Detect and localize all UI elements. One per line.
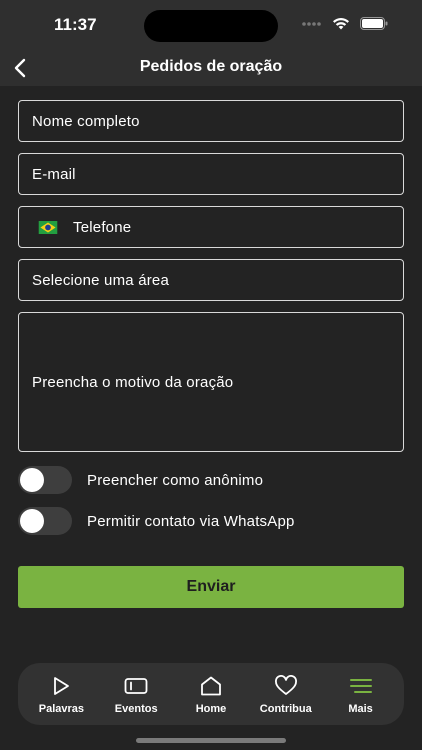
tab-label: Contribua <box>259 703 312 715</box>
signal-icon <box>302 21 321 26</box>
battery-icon <box>360 17 388 30</box>
menu-icon <box>349 679 372 693</box>
tab-contribua[interactable]: Contribua <box>249 673 323 715</box>
brazil-flag-icon[interactable] <box>38 220 58 234</box>
submit-button[interactable]: Enviar <box>18 566 404 608</box>
email-field[interactable]: E-mail <box>18 153 404 195</box>
toggle-knob <box>20 468 44 492</box>
tab-home[interactable]: Home <box>174 673 248 715</box>
reason-textarea[interactable]: Preencha o motivo da oração <box>18 312 404 452</box>
area-select[interactable]: Selecione uma área <box>18 259 404 301</box>
name-placeholder: Nome completo <box>32 112 140 130</box>
tab-palavras[interactable]: Palavras <box>24 673 98 715</box>
tab-label: Eventos <box>114 703 158 715</box>
play-icon <box>54 677 70 695</box>
tab-mais[interactable]: Mais <box>324 673 398 715</box>
status-bar: 11:37 <box>0 0 422 50</box>
whatsapp-toggle-row: Permitir contato via WhatsApp <box>18 507 295 535</box>
tab-label: Palavras <box>38 703 85 715</box>
tab-label: Home <box>195 703 227 715</box>
whatsapp-toggle[interactable] <box>18 507 72 535</box>
tab-label: Mais <box>348 703 373 715</box>
status-icons <box>302 17 388 30</box>
dynamic-island <box>144 10 278 42</box>
whatsapp-label: Permitir contato via WhatsApp <box>87 512 295 530</box>
heart-icon <box>274 675 297 695</box>
anonymous-toggle[interactable] <box>18 466 72 494</box>
phone-field[interactable]: Telefone <box>18 206 404 248</box>
reason-placeholder: Preencha o motivo da oração <box>32 373 234 391</box>
ticket-icon <box>124 678 148 694</box>
submit-label: Enviar <box>186 578 236 595</box>
wifi-icon <box>333 18 349 30</box>
area-placeholder: Selecione uma área <box>32 271 170 289</box>
status-time: 11:37 <box>54 15 97 34</box>
tab-bar: Palavras Eventos Home Contribua Mais <box>18 663 404 725</box>
page-title: Pedidos de oração <box>139 58 283 75</box>
anonymous-label: Preencher como anônimo <box>87 471 264 489</box>
phone-placeholder: Telefone <box>73 218 132 236</box>
name-field[interactable]: Nome completo <box>18 100 404 142</box>
anonymous-toggle-row: Preencher como anônimo <box>18 466 263 494</box>
home-icon <box>201 676 221 696</box>
navigation-bar: Pedidos de oração <box>0 50 422 86</box>
toggle-knob <box>20 509 44 533</box>
home-indicator <box>136 738 286 743</box>
email-placeholder: E-mail <box>32 165 76 183</box>
tab-eventos[interactable]: Eventos <box>99 673 173 715</box>
